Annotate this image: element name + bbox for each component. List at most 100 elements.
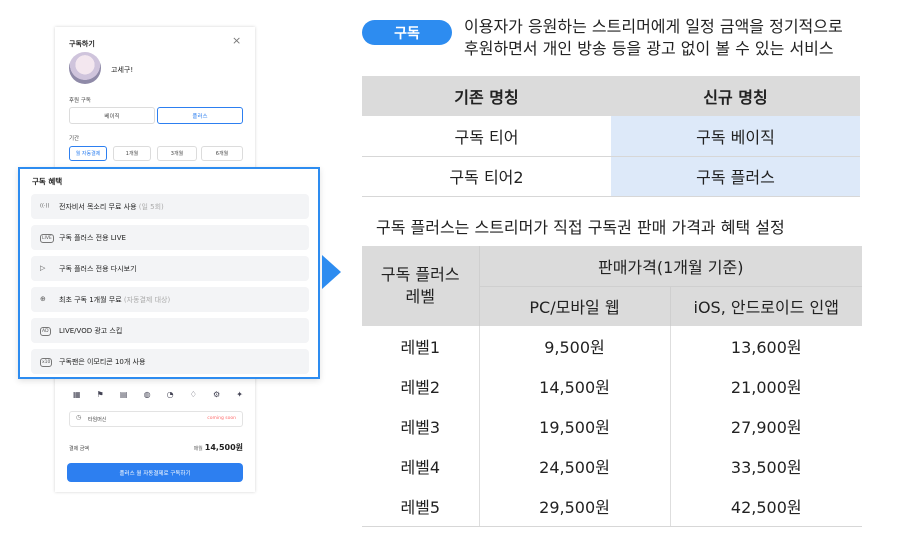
benefits-panel: 구독 혜택 ((·)) 전자비서 목소리 무료 사용 (일 5회) LIVE 구… — [18, 167, 320, 379]
pricing-table: 구독 플러스 레벨 판매가격(1개월 기준) PC/모바일 웹 iOS, 안드로… — [362, 246, 862, 527]
table-row: 구독 티어 구독 베이직 — [362, 116, 860, 157]
clock-icon: ◔ — [166, 390, 174, 399]
plan-plus-button[interactable]: 플러스 — [157, 107, 243, 124]
benefit-text: 구독 플러스 전용 LIVE — [59, 233, 126, 243]
benefit-label: 구독 플러스 전용 다시보기 — [59, 265, 137, 273]
settings-icon: ⚙ — [213, 390, 221, 399]
level-header: 구독 플러스 레벨 — [362, 246, 480, 326]
voice-icon: ((·)) — [40, 203, 50, 209]
benefit-label: 전자비서 목소리 무료 사용 — [59, 203, 137, 211]
benefit-text: 최초 구독 1개월 무료 (자동결제 대상) — [59, 295, 170, 305]
description-line: 이용자가 응원하는 스트리머에게 일정 금액을 정기적으로 — [464, 17, 843, 36]
pc-web-header: PC/모바일 웹 — [479, 285, 670, 326]
pricing-subtitle: 구독 플러스는 스트리머가 직접 구독권 판매 가격과 혜택 설정 — [376, 218, 785, 237]
period-monthly-auto-button[interactable]: 월 자동결제 — [69, 146, 107, 161]
ad-icon: AD — [40, 327, 51, 336]
arrow-right-icon — [322, 255, 341, 289]
table-cell: 구독 티어2 — [362, 156, 611, 197]
gift-icon: ⊕ — [40, 295, 46, 303]
pay-label: 결제 금액 — [69, 446, 89, 452]
pc-price-cell: 14,500원 — [539, 378, 610, 397]
table-row: 구독 티어2 구독 플러스 — [362, 156, 860, 197]
benefit-icon-row: ▦ ⚑ ▤ ◍ ◔ ♢ ⚙ ✦ — [73, 390, 243, 399]
benefit-item[interactable]: LIVE 구독 플러스 전용 LIVE — [31, 225, 309, 250]
table-cell: 구독 티어 — [362, 116, 611, 157]
avatar — [69, 52, 101, 84]
live-icon: LIVE — [40, 234, 54, 243]
level-header-line: 레벨 — [405, 287, 435, 306]
bulb-icon: ♢ — [189, 390, 197, 399]
naming-table: 기존 명칭 신규 명칭 구독 티어 구독 베이직 구독 티어2 구독 플러스 — [362, 76, 860, 197]
benefits-title: 구독 혜택 — [32, 177, 63, 186]
benefit-text: LIVE/VOD 광고 스킵 — [59, 326, 122, 336]
replay-icon: ▷ — [40, 264, 46, 272]
table-row: 레벨2 14,500원 21,000원 — [362, 366, 862, 406]
time-machine-label: 타임머신 — [88, 417, 107, 423]
app-price-cell: 42,500원 — [669, 486, 862, 527]
period-label: 기간 — [69, 136, 80, 142]
benefit-text: 구독팬은 이모티콘 10개 사용 — [59, 357, 145, 367]
app-price-cell: 13,600원 — [669, 326, 862, 366]
calendar-icon: ▤ — [119, 390, 128, 399]
modal-title: 구독하기 — [69, 40, 95, 48]
table-row: 레벨3 19,500원 27,900원 — [362, 406, 862, 446]
benefit-text: 전자비서 목소리 무료 사용 (일 5회) — [59, 202, 164, 212]
benefit-label: 구독팬은 이모티콘 10개 사용 — [59, 358, 146, 366]
close-icon[interactable]: × — [232, 35, 241, 47]
table-row: 레벨5 29,500원 42,500원 — [362, 486, 862, 527]
table-header: 신규 명칭 — [611, 76, 860, 116]
pay-amount: 매월 14,500원 — [194, 442, 243, 453]
benefit-label: 최초 구독 1개월 무료 — [59, 296, 122, 304]
plan-label: 후원 구독 — [69, 98, 91, 104]
price-header: 판매가격(1개월 기준) — [479, 246, 862, 286]
pc-price-cell: 24,500원 — [539, 458, 610, 477]
coming-soon-badge: coming soon — [207, 416, 236, 421]
table-cell: 구독 베이직 — [611, 116, 860, 157]
in-app-header: iOS, 안드로이드 인앱 — [669, 285, 862, 326]
description-line: 후원하면서 개인 방송 등을 광고 없이 볼 수 있는 서비스 — [464, 39, 834, 58]
pc-price-cell: 29,500원 — [479, 486, 670, 527]
benefit-item[interactable]: AD LIVE/VOD 광고 스킵 — [31, 318, 309, 343]
app-price-cell: 33,500원 — [669, 446, 862, 486]
period-1month-button[interactable]: 1개월 — [113, 146, 151, 161]
time-machine-icon: ◷ — [76, 414, 82, 421]
benefit-text: 구독 플러스 전용 다시보기 — [59, 264, 137, 274]
table-cell: 구독 플러스 — [611, 156, 860, 197]
pay-unit: 매월 — [193, 446, 203, 452]
level-cell: 레벨4 — [362, 446, 480, 486]
benefit-item[interactable]: ((·)) 전자비서 목소리 무료 사용 (일 5회) — [31, 194, 309, 219]
benefit-item[interactable]: x10 구독팬은 이모티콘 10개 사용 — [31, 349, 309, 374]
subscription-description: 이용자가 응원하는 스트리머에게 일정 금액을 정기적으로 후원하면서 개인 방… — [464, 16, 904, 60]
streamer-name: 고세구! — [111, 66, 134, 74]
pc-price-cell: 19,500원 — [539, 418, 610, 437]
emoticon-preview-icon: ▦ — [73, 390, 81, 399]
subscription-pill: 구독 — [362, 20, 452, 45]
benefit-item[interactable]: ▷ 구독 플러스 전용 다시보기 — [31, 256, 309, 281]
plan-basic-button[interactable]: 베이직 — [69, 107, 155, 124]
table-header: 기존 명칭 — [362, 76, 611, 116]
flag-icon: ⚑ — [96, 390, 104, 399]
sparkle-icon: ✦ — [236, 390, 243, 399]
subscribe-button[interactable]: 플러스 월 자동결제로 구독하기 — [67, 463, 243, 482]
level-cell: 레벨3 — [362, 406, 480, 446]
level-cell: 레벨5 — [362, 486, 480, 527]
level-cell: 레벨2 — [362, 366, 480, 406]
benefit-item[interactable]: ⊕ 최초 구독 1개월 무료 (자동결제 대상) — [31, 287, 309, 312]
chat-icon: ◍ — [143, 390, 151, 399]
table-row: 레벨4 24,500원 33,500원 — [362, 446, 862, 486]
time-machine-item[interactable]: ◷ 타임머신 coming soon — [69, 411, 243, 427]
benefit-note: (일 5회) — [136, 203, 164, 211]
level-cell: 레벨1 — [362, 326, 480, 366]
benefit-note: (자동결제 대상) — [121, 296, 171, 304]
table-row: 레벨1 9,500원 13,600원 — [362, 326, 862, 366]
emoticon-icon: x10 — [40, 358, 53, 367]
level-header-line: 구독 플러스 — [380, 265, 460, 284]
benefit-label: 구독 플러스 전용 LIVE — [59, 234, 126, 242]
app-price-cell: 27,900원 — [669, 406, 862, 446]
period-3month-button[interactable]: 3개월 — [157, 146, 197, 161]
benefit-label: LIVE/VOD 광고 스킵 — [59, 327, 123, 335]
pc-price-cell: 9,500원 — [544, 338, 605, 357]
pay-value: 14,500원 — [204, 443, 243, 452]
period-6month-button[interactable]: 6개월 — [201, 146, 243, 161]
app-price-cell: 21,000원 — [669, 366, 862, 406]
